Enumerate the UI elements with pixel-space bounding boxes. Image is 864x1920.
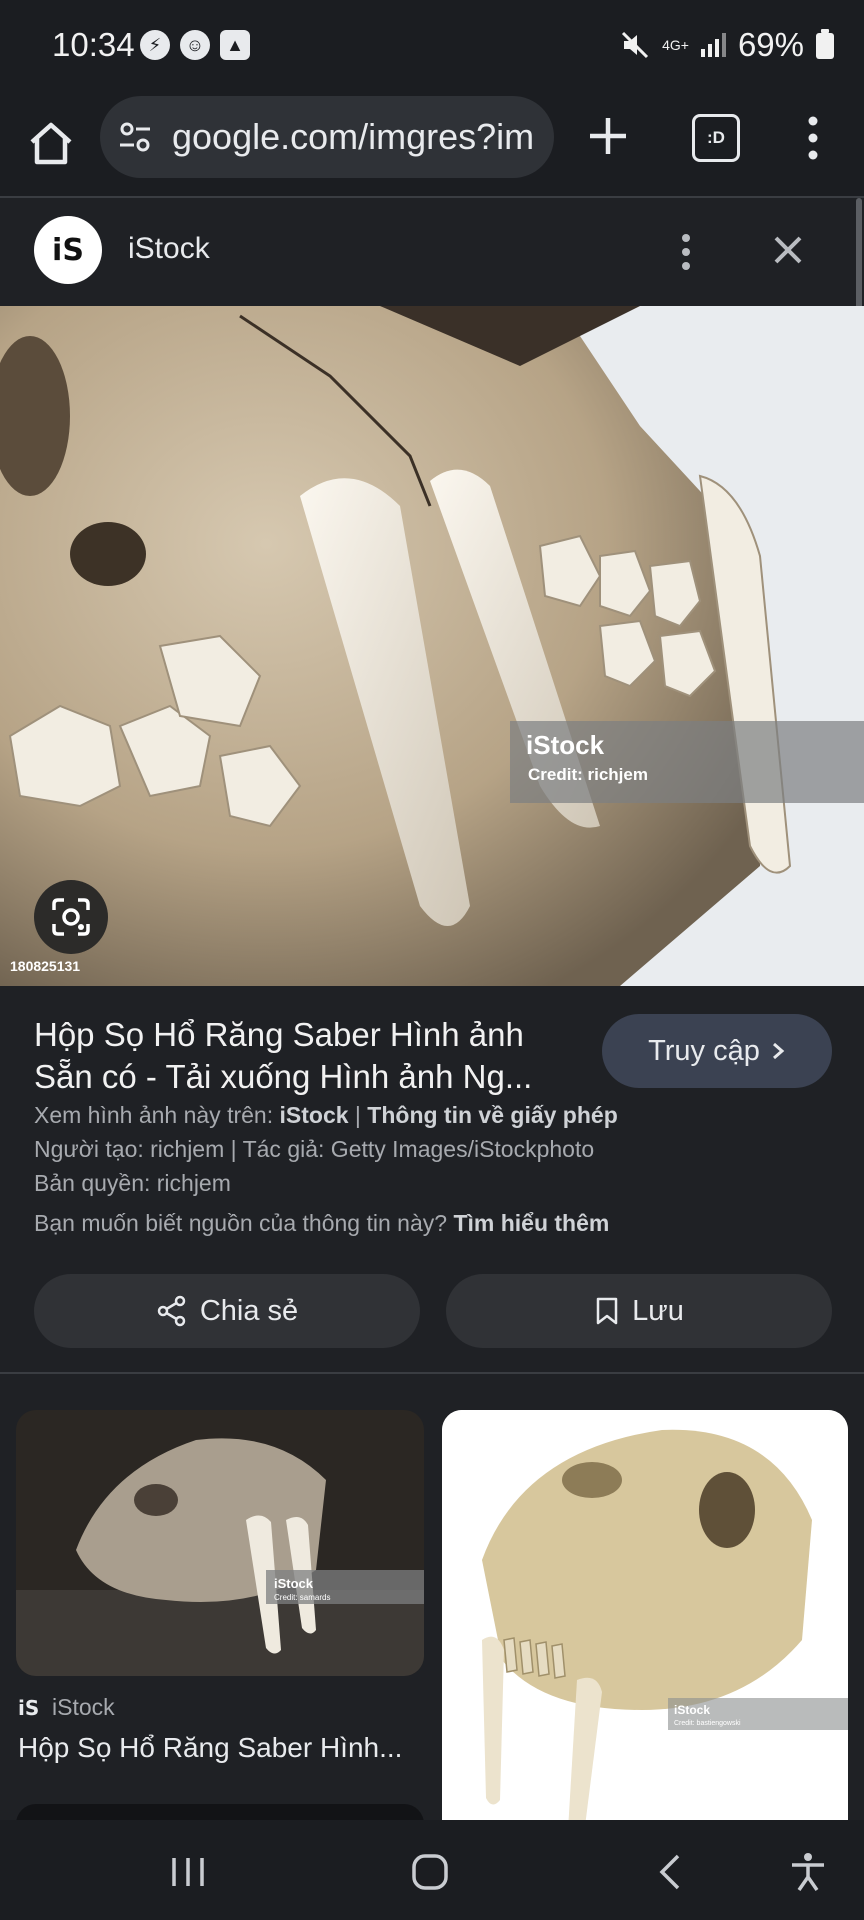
view-site-link[interactable]: iStock [280,1102,349,1128]
lens-icon [52,898,90,936]
visit-label: Truy cập [648,1034,760,1067]
battery-icon [816,29,834,59]
related-skull-photo-2: iStock Credit: bastiengowski [442,1410,848,1820]
watermark-credit: Credit: richjem [528,765,648,784]
share-button[interactable]: Chia sẻ [34,1274,420,1348]
mute-icon [622,31,649,59]
home-icon[interactable] [24,116,78,170]
gallery-icon: ▲ [220,30,250,60]
battery-percent: 69% [737,26,804,63]
more-vert-icon[interactable] [806,114,820,162]
main-image[interactable]: iStock Credit: richjem 180825131 [0,306,864,986]
related-1-source-name: iStock [52,1694,115,1720]
close-icon[interactable] [768,230,808,270]
image-id: 180825131 [10,958,81,974]
related-image-1[interactable]: iStock Credit: samards [16,1410,424,1676]
chevron-right-icon [772,1042,785,1060]
related-1-credit: Credit: samards [274,1593,330,1602]
notification-icons: ⚡ ☺ ▲ [140,30,250,60]
new-tab-icon[interactable] [584,112,632,160]
status-right: 4G+ 69% [620,26,834,64]
related-2-credit: Credit: bastiengowski [674,1720,741,1727]
related-2-watermark: iStock [674,1703,710,1717]
result-info-panel: Hộp Sọ Hổ Răng Saber Hình ảnh Sẵn có - T… [0,986,864,1374]
related-images: iStock Credit: samards iS iStock Hộp Sọ … [0,1374,864,1820]
accessibility-icon[interactable] [786,1850,830,1894]
related-image-3-partial[interactable] [16,1804,424,1820]
account-icon: ☺ [180,30,210,60]
address-bar[interactable]: google.com/imgres?im [100,96,554,178]
watermark-text: iStock [526,730,605,760]
google-lens-button[interactable] [34,880,108,954]
license-info-link[interactable]: Thông tin về giấy phép [367,1102,617,1128]
url-text[interactable]: google.com/imgres?im [172,116,534,158]
related-1-watermark: iStock [274,1576,314,1591]
more-options-icon[interactable] [676,232,696,272]
messenger-icon: ⚡ [140,30,170,60]
source-name: iStock [128,232,210,265]
visit-button[interactable]: Truy cập [602,1014,832,1088]
site-settings-icon[interactable] [118,120,152,154]
istock-logo: iS [34,216,102,284]
home-nav-icon[interactable] [408,1850,452,1894]
browser-toolbar: google.com/imgres?im :D [0,92,864,198]
copyright-line: Bản quyền: richjem [34,1170,231,1196]
source-question-line: Bạn muốn biết nguồn của thông tin này? T… [34,1210,610,1236]
back-icon[interactable] [650,1850,694,1894]
saber-tooth-skull-image: iStock Credit: richjem [0,306,864,986]
network-type: 4G+ [662,37,689,53]
share-label: Chia sẻ [199,1294,299,1327]
creator-line: Người tạo: richjem | Tác giả: Getty Imag… [34,1136,595,1162]
istock-mini-logo: iS [18,1695,40,1720]
system-nav-bar [0,1820,864,1920]
related-1-title[interactable]: Hộp Sọ Hổ Răng Saber Hình... [18,1732,418,1764]
result-title[interactable]: Hộp Sọ Hổ Răng Saber Hình ảnh Sẵn có - T… [34,1014,574,1098]
related-1-source: iS iStock [18,1694,115,1721]
source-header: iS iStock [0,198,864,306]
learn-more-link[interactable]: Tìm hiểu thêm [453,1210,609,1236]
save-button[interactable]: Lưu [446,1274,832,1348]
bookmark-icon [596,1297,618,1325]
tab-switcher-button[interactable]: :D [692,114,740,162]
signal-icon [700,33,726,57]
status-bar: 10:34 ⚡ ☺ ▲ 4G+ 69% [0,0,864,92]
related-skull-photo-1: iStock Credit: samards [16,1410,424,1676]
status-time: 10:34 [52,26,135,63]
related-image-2[interactable]: iStock Credit: bastiengowski [442,1410,848,1820]
recent-apps-icon[interactable] [166,1850,210,1894]
save-label: Lưu [632,1294,684,1327]
view-on-line: Xem hình ảnh này trên: iStock | Thông ti… [34,1102,618,1128]
share-icon [157,1295,186,1327]
